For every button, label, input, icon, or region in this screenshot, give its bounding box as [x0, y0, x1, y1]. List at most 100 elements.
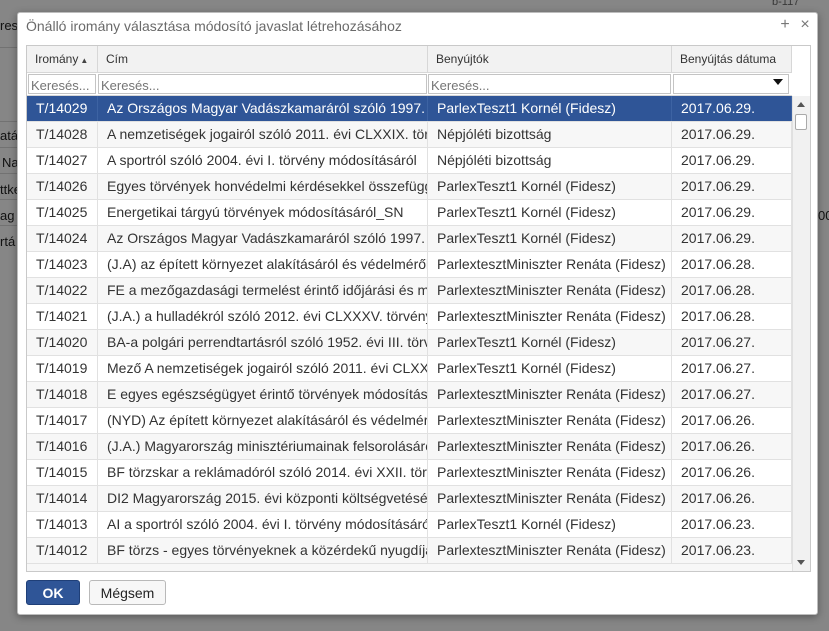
column-header-title[interactable]: Cím: [98, 46, 428, 72]
scroll-down-icon[interactable]: [797, 560, 805, 565]
cell-submitters: Népjóléti bizottság: [428, 148, 672, 173]
cell-date: 2017.06.29.: [672, 200, 792, 225]
table-row[interactable]: T/14015 BF törzskar a reklámadóról szóló …: [27, 460, 792, 486]
cell-submitters: ParlextesztMiniszter Renáta (Fidesz): [428, 252, 672, 277]
table-row[interactable]: T/14026 Egyes törvények honvédelmi kérdés…: [27, 174, 792, 200]
table-row[interactable]: [27, 564, 792, 571]
cell-id: T/14026: [27, 174, 98, 199]
cell-title: Egyes törvények honvédelmi kérdésekkel ö…: [98, 174, 428, 199]
sort-asc-icon: ▲: [80, 56, 89, 65]
cell-id: T/14022: [27, 278, 98, 303]
bill-grid: Iromány ▲ Cím Benyújtók Benyújtás dátuma …: [26, 45, 811, 572]
table-row[interactable]: T/14016 (J.A.) Magyarország minisztériuma…: [27, 434, 792, 460]
table-row[interactable]: T/14012 BF törzs - egyes törvényeknek a k…: [27, 538, 792, 564]
cell-title: (NYD) Az épített környezet alakításáról …: [98, 408, 428, 433]
filter-submitters-input[interactable]: [428, 74, 671, 94]
table-row[interactable]: T/14029 Az Országos Magyar Vadászkamaráró…: [27, 96, 792, 123]
cell-date: 2017.06.23.: [672, 538, 792, 563]
table-row[interactable]: T/14013 AI a sportról szóló 2004. évi I. …: [27, 512, 792, 538]
cell-submitters: ParlexTeszt1 Kornél (Fidesz): [428, 330, 672, 355]
cell-date: 2017.06.27.: [672, 356, 792, 381]
table-row[interactable]: T/14023 (J.A) az épített környezet alakít…: [27, 252, 792, 278]
column-header-label: Cím: [106, 52, 128, 66]
cell-date: 2017.06.26.: [672, 460, 792, 485]
cell-date: 2017.06.26.: [672, 434, 792, 459]
cell-title: BF törzskar a reklámadóról szóló 2014. é…: [98, 460, 428, 485]
grid-body: T/14029 Az Országos Magyar Vadászkamaráró…: [27, 96, 792, 571]
cell-title: BA-a polgári perrendtartásról szóló 1952…: [98, 330, 428, 355]
cell-id: T/14018: [27, 382, 98, 407]
column-header-label: Benyújtók: [436, 52, 489, 66]
cell-title: FE a mezőgazdasági termelést érintő időj…: [98, 278, 428, 303]
cell-date: 2017.06.28.: [672, 278, 792, 303]
cell-submitters: ParlexTeszt1 Kornél (Fidesz): [428, 200, 672, 225]
column-header-date[interactable]: Benyújtás dátuma: [672, 46, 792, 72]
cell-date: 2017.06.28.: [672, 252, 792, 277]
cell-date: 2017.06.23.: [672, 512, 792, 537]
cell-id: T/14029: [27, 96, 98, 121]
cell-title: AI a sportról szóló 2004. évi I. törvény…: [98, 512, 428, 537]
cell-id: T/14019: [27, 356, 98, 381]
scroll-thumb[interactable]: [795, 114, 807, 130]
table-row[interactable]: T/14018 E egyes egészségügyet érintő törv…: [27, 382, 792, 408]
cell-title: Az Országos Magyar Vadászkamaráról szóló…: [98, 226, 428, 251]
cell-submitters: ParlextesztMiniszter Renáta (Fidesz): [428, 460, 672, 485]
cell-title: (J.A.) a hulladékról szóló 2012. évi CLX…: [98, 304, 428, 329]
cell-date: 2017.06.29.: [672, 122, 792, 147]
cancel-button[interactable]: Mégsem: [89, 580, 166, 605]
table-row[interactable]: T/14019 Mező A nemzetiségek jogairól szól…: [27, 356, 792, 382]
table-row[interactable]: T/14025 Energetikai tárgyú törvények módo…: [27, 200, 792, 226]
cell-submitters: ParlextesztMiniszter Renáta (Fidesz): [428, 382, 672, 407]
cell-date: 2017.06.27.: [672, 382, 792, 407]
cell-title: Energetikai tárgyú törvények módosításár…: [98, 200, 428, 225]
cell-submitters: ParlexTeszt1 Kornél (Fidesz): [428, 356, 672, 381]
cell-submitters: ParlextesztMiniszter Renáta (Fidesz): [428, 434, 672, 459]
filter-date-select[interactable]: [673, 74, 789, 94]
close-icon[interactable]: ×: [798, 15, 812, 35]
table-row[interactable]: T/14027 A sportról szóló 2004. évi I. tör…: [27, 148, 792, 174]
table-row[interactable]: T/14022 FE a mezőgazdasági termelést érin…: [27, 278, 792, 304]
filter-id-input[interactable]: [28, 74, 96, 94]
cell-submitters: ParlextesztMiniszter Renáta (Fidesz): [428, 486, 672, 511]
maximize-icon[interactable]: +: [778, 15, 792, 35]
column-header-label: Iromány: [35, 52, 79, 66]
vertical-scrollbar[interactable]: [792, 96, 810, 571]
chevron-down-icon: [773, 79, 783, 85]
cell-title: BF törzs - egyes törvényeknek a közérdek…: [98, 538, 428, 563]
select-bill-dialog: Önálló iromány választása módosító javas…: [17, 12, 818, 615]
cell-id: T/14028: [27, 122, 98, 147]
cell-date: 2017.06.26.: [672, 486, 792, 511]
table-row[interactable]: T/14020 BA-a polgári perrendtartásról szó…: [27, 330, 792, 356]
cell-date: 2017.06.26.: [672, 408, 792, 433]
table-row[interactable]: T/14024 Az Országos Magyar Vadászkamaráró…: [27, 226, 792, 252]
cell-date: 2017.06.29.: [672, 96, 792, 121]
ok-button[interactable]: OK: [26, 580, 80, 605]
column-header-label: Benyújtás dátuma: [680, 52, 777, 66]
cell-title: Mező A nemzetiségek jogairól szóló 2011.…: [98, 356, 428, 381]
table-row[interactable]: T/14021 (J.A.) a hulladékról szóló 2012. …: [27, 304, 792, 330]
cell-submitters: ParlextesztMiniszter Renáta (Fidesz): [428, 408, 672, 433]
cell-id: T/14014: [27, 486, 98, 511]
column-header-submitters[interactable]: Benyújtók: [428, 46, 672, 72]
cell-id: T/14016: [27, 434, 98, 459]
cell-submitters: ParlextesztMiniszter Renáta (Fidesz): [428, 304, 672, 329]
cell-submitters: ParlextesztMiniszter Renáta (Fidesz): [428, 278, 672, 303]
cell-date: 2017.06.28.: [672, 304, 792, 329]
table-row[interactable]: T/14014 DI2 Magyarország 2015. évi közpon…: [27, 486, 792, 512]
table-row[interactable]: T/14028 A nemzetiségek jogairól szóló 201…: [27, 122, 792, 148]
filter-title-input[interactable]: [98, 74, 427, 94]
table-row[interactable]: T/14017 (NYD) Az épített környezet alakít…: [27, 408, 792, 434]
cell-date: 2017.06.29.: [672, 148, 792, 173]
cell-title: Az Országos Magyar Vadászkamaráról szóló…: [98, 96, 428, 121]
cell-id: T/14024: [27, 226, 98, 251]
cell-date: 2017.06.29.: [672, 174, 792, 199]
cell-id: T/14025: [27, 200, 98, 225]
cell-date: 2017.06.27.: [672, 330, 792, 355]
cell-submitters: ParlexTeszt1 Kornél (Fidesz): [428, 174, 672, 199]
scroll-up-icon[interactable]: [797, 102, 805, 107]
cell-id: T/14015: [27, 460, 98, 485]
grid-header: Iromány ▲ Cím Benyújtók Benyújtás dátuma: [27, 46, 792, 73]
column-header-id[interactable]: Iromány ▲: [27, 46, 98, 72]
cell-title: A nemzetiségek jogairól szóló 2011. évi …: [98, 122, 428, 147]
cell-title: A sportról szóló 2004. évi I. törvény mó…: [98, 148, 428, 173]
